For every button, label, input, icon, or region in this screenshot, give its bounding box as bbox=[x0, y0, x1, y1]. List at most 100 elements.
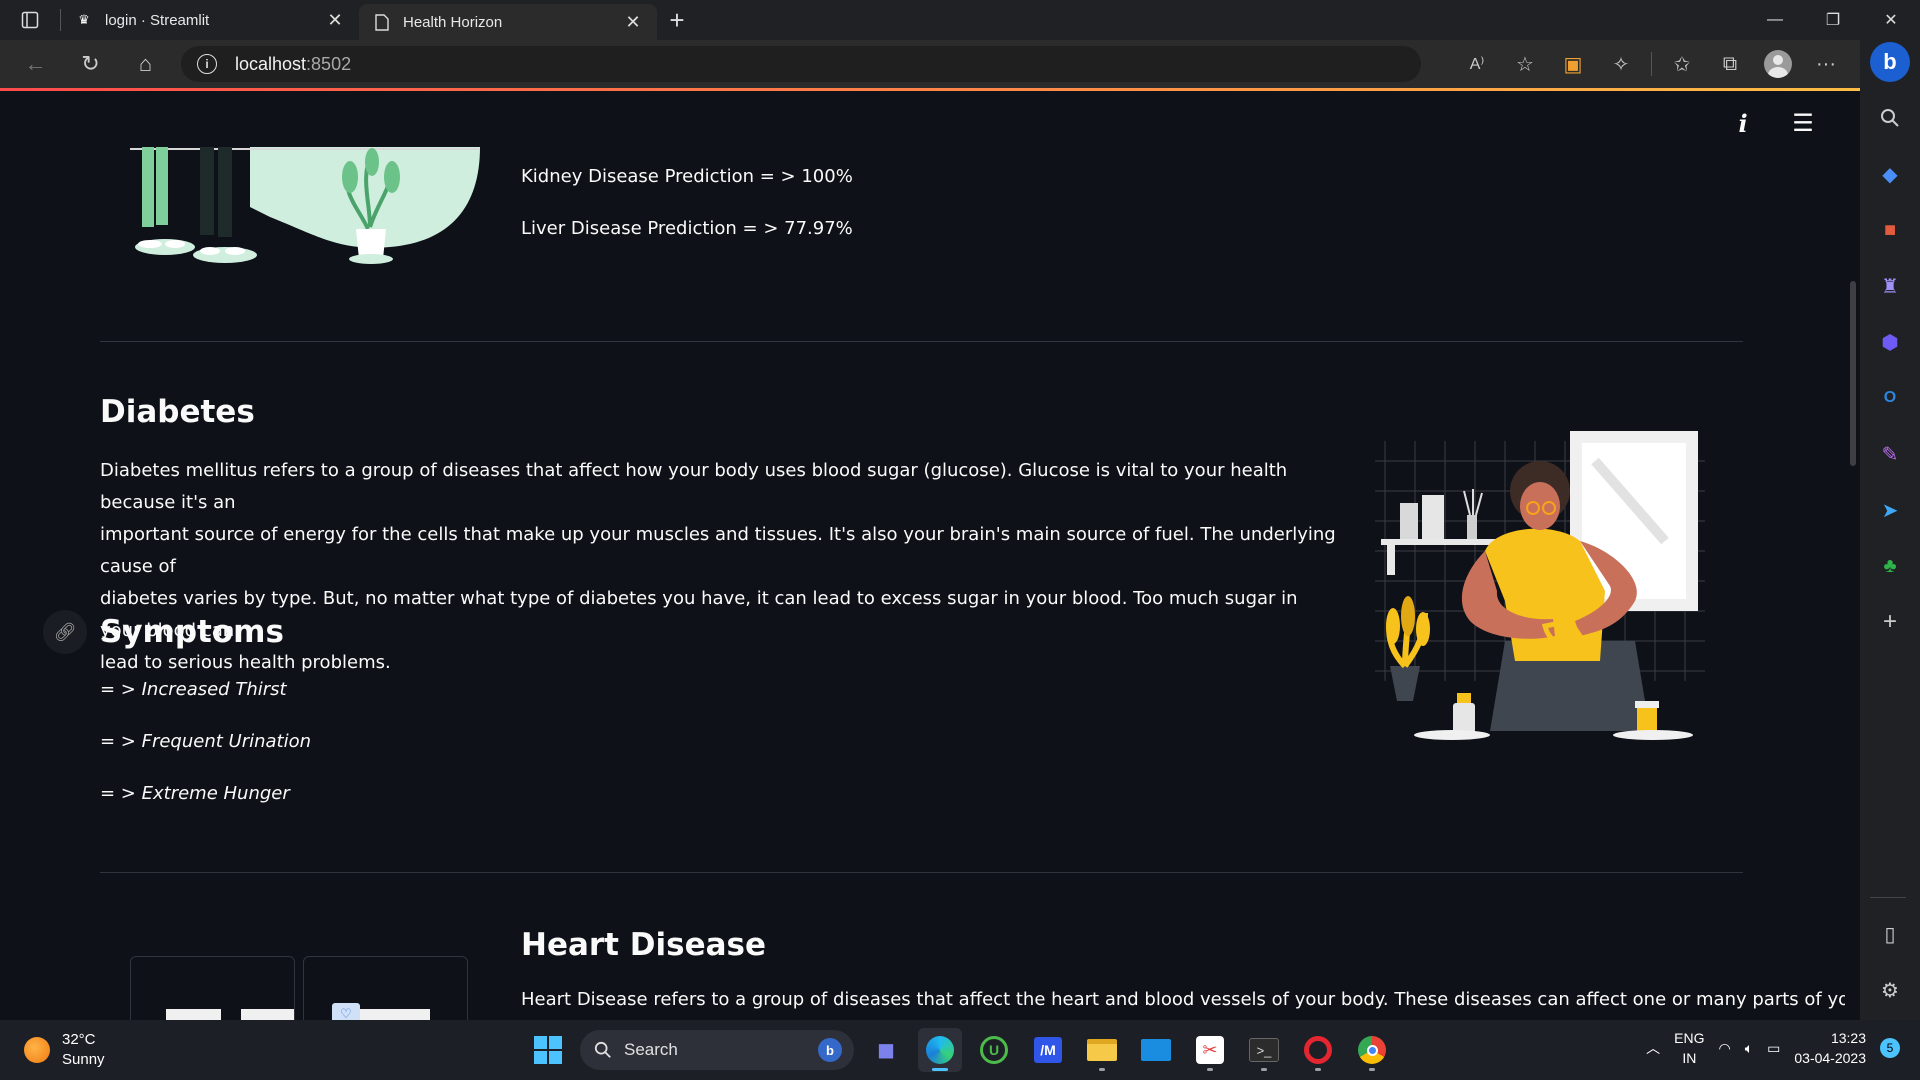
symptom-item: = > Increased Thirst bbox=[100, 679, 287, 700]
tools-briefcase-icon[interactable]: ■ bbox=[1870, 210, 1910, 250]
avatar bbox=[1764, 50, 1792, 78]
weather-widget[interactable]: 32°C Sunny bbox=[24, 1030, 105, 1070]
wifi-icon[interactable]: ◠ bbox=[1719, 1040, 1731, 1057]
page-icon bbox=[373, 13, 391, 31]
settings-gear-icon[interactable]: ⚙ bbox=[1870, 970, 1910, 1010]
close-tab-icon[interactable]: ✕ bbox=[623, 12, 643, 33]
tree-icon[interactable]: ♣ bbox=[1870, 546, 1910, 586]
restore-icon[interactable]: ❐ bbox=[1804, 0, 1862, 40]
url-host: localhost bbox=[235, 53, 307, 74]
card-bar bbox=[360, 1009, 430, 1020]
window-controls: — ❐ ✕ bbox=[1746, 0, 1920, 40]
heart-image-card bbox=[130, 956, 295, 1020]
tab-login-streamlit[interactable]: ♛ login · Streamlit ✕ bbox=[61, 0, 359, 40]
profile-button[interactable] bbox=[1754, 44, 1802, 84]
shopping-tag-icon[interactable]: ◆ bbox=[1870, 154, 1910, 194]
taskbar-apps: Search b ◼ U /M ✂ >_ bbox=[526, 1028, 1394, 1072]
collections-icon[interactable]: ⧉ bbox=[1706, 44, 1754, 84]
tab-health-horizon[interactable]: Health Horizon ✕ bbox=[359, 4, 657, 40]
symptom-item: = > Extreme Hunger bbox=[100, 783, 290, 804]
sunny-weather-icon bbox=[24, 1037, 50, 1063]
terminal-icon[interactable]: >_ bbox=[1242, 1028, 1286, 1072]
streamlit-app-view: i ☰ Kidney Disease Prediction = > 100% L… bbox=[0, 91, 1845, 1020]
edge-browser-icon[interactable] bbox=[918, 1028, 962, 1072]
clock-date: 03-04-2023 bbox=[1794, 1050, 1866, 1066]
favorites-icon[interactable]: ✩ bbox=[1658, 44, 1706, 84]
diabetes-line: important source of energy for the cells… bbox=[100, 524, 1336, 577]
games-icon[interactable]: ♜ bbox=[1870, 266, 1910, 306]
teams-chat-icon[interactable]: ◼ bbox=[864, 1028, 908, 1072]
region-code: IN bbox=[1682, 1050, 1697, 1066]
section-divider bbox=[100, 872, 1743, 873]
weather-description: Sunny bbox=[62, 1051, 105, 1068]
microsoft365-icon[interactable]: ⬢ bbox=[1870, 322, 1910, 362]
url-port: :8502 bbox=[306, 53, 352, 74]
refresh-button[interactable]: ↻ bbox=[63, 40, 118, 88]
sidebar-bottom: ▯ ⚙ bbox=[1870, 881, 1910, 1010]
tab-actions-button[interactable] bbox=[0, 0, 60, 40]
diabetes-line: lead to serious health problems. bbox=[100, 652, 391, 673]
kidney-prediction-text: Kidney Disease Prediction = > 100% bbox=[521, 166, 853, 187]
file-explorer-icon[interactable] bbox=[1080, 1028, 1124, 1072]
tab-title: Health Horizon bbox=[403, 13, 503, 31]
add-sidebar-app-icon[interactable]: + bbox=[1870, 602, 1910, 642]
browser-titlebar: ♛ login · Streamlit ✕ Health Horizon ✕ +… bbox=[0, 0, 1920, 40]
new-tab-button[interactable]: + bbox=[657, 5, 697, 36]
tab-title: login · Streamlit bbox=[105, 11, 210, 29]
outlook-icon[interactable]: O bbox=[1870, 378, 1910, 418]
minimize-icon[interactable]: — bbox=[1746, 0, 1804, 40]
diabetes-heading: Diabetes bbox=[100, 394, 255, 430]
extensions-icon[interactable]: ✧ bbox=[1597, 44, 1645, 84]
heart-disease-description: Heart Disease refers to a group of disea… bbox=[521, 989, 1845, 1010]
mail-icon[interactable] bbox=[1134, 1028, 1178, 1072]
info-icon[interactable]: i bbox=[1729, 109, 1757, 138]
scrollbar-thumb[interactable] bbox=[1850, 281, 1856, 466]
card-bar bbox=[241, 1009, 294, 1020]
tab-actions-icon bbox=[21, 11, 39, 29]
send-icon[interactable]: ➤ bbox=[1870, 490, 1910, 530]
screenshot-tool-icon[interactable]: ▣ bbox=[1549, 44, 1597, 84]
taskbar-search[interactable]: Search b bbox=[580, 1030, 854, 1070]
streamlit-crown-icon: ♛ bbox=[78, 12, 90, 27]
search-icon bbox=[594, 1041, 611, 1058]
sidebar-divider bbox=[1870, 897, 1906, 898]
split-screen-icon[interactable]: ▯ bbox=[1870, 914, 1910, 954]
clock[interactable]: 13:23 03-04-2023 bbox=[1794, 1028, 1866, 1068]
start-button[interactable] bbox=[526, 1028, 570, 1072]
close-window-icon[interactable]: ✕ bbox=[1862, 0, 1920, 40]
diabetes-description: Diabetes mellitus refers to a group of d… bbox=[100, 455, 1340, 679]
battery-icon[interactable]: ▭ bbox=[1767, 1040, 1780, 1057]
vscode-like-icon[interactable]: /M bbox=[1026, 1028, 1070, 1072]
symptoms-heading: Symptoms bbox=[100, 614, 284, 650]
more-menu-icon[interactable]: ··· bbox=[1802, 44, 1850, 84]
clock-time: 13:23 bbox=[1830, 1030, 1866, 1046]
read-aloud-icon[interactable]: A⁾ bbox=[1453, 44, 1501, 84]
bing-chat-icon[interactable]: b bbox=[1870, 42, 1910, 82]
show-hidden-icons-chevron-icon[interactable]: ︿ bbox=[1646, 1038, 1660, 1058]
diabetes-illustration bbox=[1375, 431, 1705, 740]
weather-text: 32°C Sunny bbox=[62, 1030, 105, 1070]
home-button[interactable]: ⌂ bbox=[118, 40, 173, 88]
chrome-icon[interactable] bbox=[1350, 1028, 1394, 1072]
close-tab-icon[interactable]: ✕ bbox=[325, 10, 345, 31]
heart-disease-heading: Heart Disease bbox=[521, 927, 767, 963]
page-scrollbar[interactable] bbox=[1845, 91, 1860, 1020]
weather-temperature: 32°C bbox=[62, 1031, 96, 1048]
add-favorite-icon[interactable]: ☆ bbox=[1501, 44, 1549, 84]
notification-badge[interactable]: 5 bbox=[1880, 1038, 1900, 1058]
search-icon[interactable] bbox=[1870, 98, 1910, 138]
diabetes-line: diabetes varies by type. But, no matter … bbox=[100, 588, 1298, 641]
language-indicator[interactable]: ENG IN bbox=[1674, 1028, 1704, 1068]
back-button[interactable]: ← bbox=[8, 40, 63, 88]
hamburger-menu-icon[interactable]: ☰ bbox=[1789, 109, 1817, 137]
address-bar[interactable]: i localhost:8502 bbox=[181, 46, 1421, 82]
opera-icon[interactable] bbox=[1296, 1028, 1340, 1072]
utorrent-icon[interactable]: U bbox=[972, 1028, 1016, 1072]
site-info-icon[interactable]: i bbox=[197, 54, 217, 74]
volume-icon[interactable]: 🔈︎ bbox=[1745, 1040, 1753, 1057]
designer-icon[interactable]: ✎ bbox=[1870, 434, 1910, 474]
app-header-icons: i ☰ bbox=[1729, 109, 1817, 138]
snipping-tool-icon[interactable]: ✂ bbox=[1188, 1028, 1232, 1072]
heading-anchor-link-icon[interactable]: 🔗︎ bbox=[43, 610, 87, 654]
language-code: ENG bbox=[1674, 1030, 1705, 1046]
